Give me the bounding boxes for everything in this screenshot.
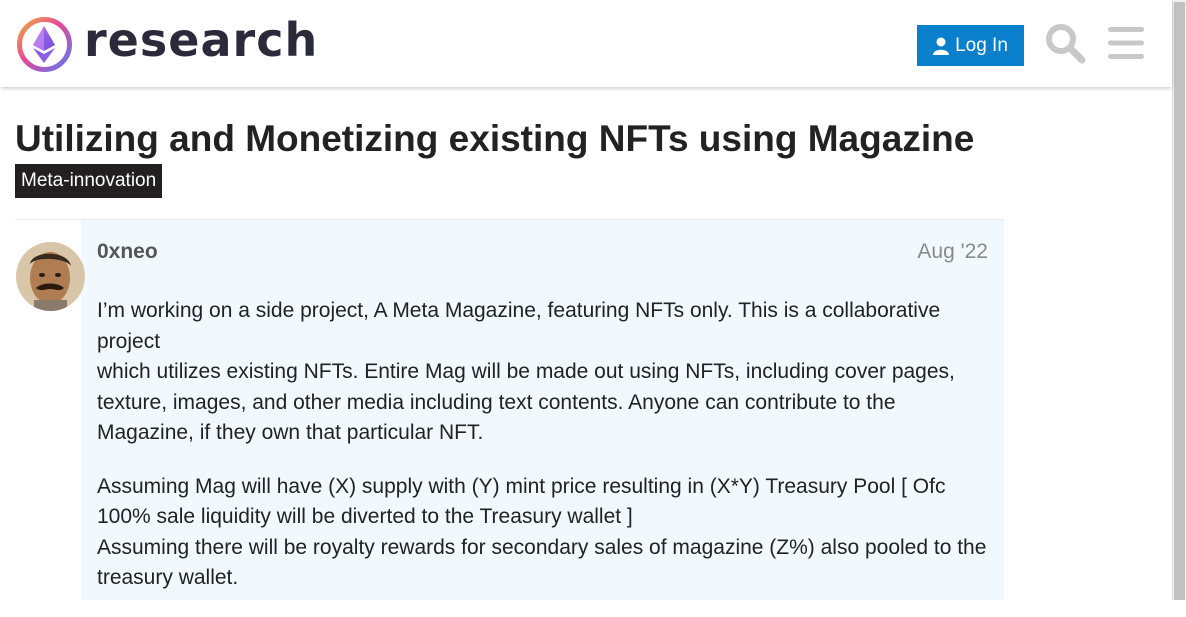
site-header: research Log In [0,0,1172,87]
post-text-line: I’m working on a side project, A Meta Ma… [97,299,941,353]
post-author-username[interactable]: 0xneo [97,240,158,264]
login-label: Log In [955,34,1008,56]
post-text-line: Assuming Mag will have (X) supply with (… [97,474,946,529]
post-paragraph: I’m working on a side project, A Meta Ma… [97,296,992,449]
post-text-line: which utilizes existing NFTs. Entire Mag… [97,360,955,444]
topic-title[interactable]: Utilizing and Monetizing existing NFTs u… [15,118,974,160]
scrollbar-thumb[interactable] [1174,2,1185,600]
ethereum-logo-icon[interactable] [16,16,73,73]
avatar-image [16,242,85,311]
post-date[interactable]: Aug '22 [917,240,988,264]
hamburger-menu-icon[interactable] [1106,24,1146,62]
category-badge[interactable]: Meta-innovation [15,164,163,198]
search-icon[interactable] [1044,22,1086,64]
avatar[interactable] [16,242,85,311]
post-text-line: Assuming there will be royalty rewards f… [97,535,987,590]
site-logo-text[interactable]: research [84,13,318,67]
user-icon [933,37,950,55]
post-paragraph: Assuming Mag will have (X) supply with (… [97,472,992,594]
login-button[interactable]: Log In [917,25,1024,66]
post-content: I’m working on a side project, A Meta Ma… [97,296,992,617]
